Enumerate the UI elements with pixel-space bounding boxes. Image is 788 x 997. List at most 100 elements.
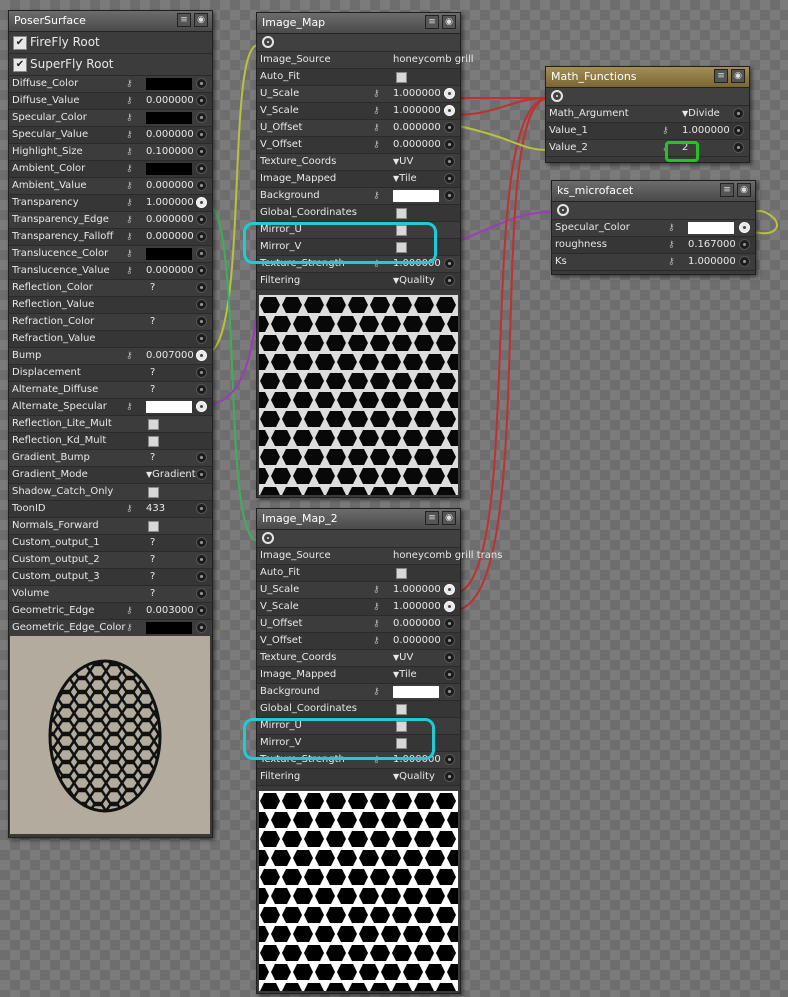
menu-icon[interactable]: ≡ — [714, 69, 728, 83]
key-icon[interactable]: ⚷ — [373, 582, 380, 598]
key-icon[interactable]: ⚷ — [668, 237, 675, 253]
param-value[interactable]: 1.000000 — [688, 254, 736, 270]
input-socket-icon[interactable] — [196, 367, 207, 378]
input-socket-icon[interactable] — [196, 146, 207, 157]
param-row-geometric-edge[interactable]: Geometric_Edge ⚷ 0.003000 — [9, 603, 212, 620]
key-icon[interactable]: ⚷ — [126, 263, 133, 279]
key-icon[interactable]: ⚷ — [126, 212, 133, 228]
input-socket-icon[interactable] — [444, 122, 455, 133]
key-icon[interactable]: ⚷ — [373, 633, 380, 649]
param-value[interactable]: 0.000000 — [393, 616, 441, 632]
param-row-bump[interactable]: Bump ⚷ 0.007000 — [9, 348, 212, 365]
output-port-icon[interactable] — [262, 532, 274, 544]
input-socket-icon[interactable] — [196, 78, 207, 89]
param-row-image-mapped[interactable]: Image_Mapped ▼Tile — [257, 667, 460, 684]
param-row-translucence-value[interactable]: Translucence_Value ⚷ 0.000000 — [9, 263, 212, 280]
key-icon[interactable]: ⚷ — [373, 616, 380, 632]
key-icon[interactable]: ⚷ — [373, 86, 380, 102]
input-socket-icon[interactable] — [196, 588, 207, 599]
param-row-specular-color[interactable]: Specular_Color ⚷ — [552, 220, 755, 237]
input-socket-icon[interactable] — [444, 190, 455, 201]
input-socket-icon[interactable] — [444, 686, 455, 697]
param-row-auto-fit[interactable]: Auto_Fit — [257, 565, 460, 582]
param-row-ks[interactable]: Ks ⚷ 1.000000 — [552, 254, 755, 271]
param-row-background[interactable]: Background ⚷ — [257, 188, 460, 205]
firefly-root-checkbox[interactable]: ✔ FireFly Root — [9, 32, 212, 54]
param-value[interactable]: 1.000000 — [393, 599, 441, 615]
param-row-transparency-falloff[interactable]: Transparency_Falloff ⚷ 0.000000 — [9, 229, 212, 246]
param-value[interactable]: 0.000000 — [146, 127, 194, 143]
input-socket-icon[interactable] — [196, 299, 207, 310]
param-value[interactable]: 0.000000 — [146, 93, 194, 109]
param-row-filtering[interactable]: Filtering ▼Quality — [257, 273, 460, 290]
param-value[interactable]: 1.000000 — [682, 123, 730, 139]
menu-icon[interactable]: ≡ — [425, 15, 439, 29]
checkbox[interactable] — [148, 419, 159, 430]
key-icon[interactable]: ⚷ — [126, 76, 133, 92]
param-row-refraction-color[interactable]: Refraction_Color? — [9, 314, 212, 331]
key-icon[interactable]: ⚷ — [373, 120, 380, 136]
param-value[interactable]: 0.000000 — [393, 120, 441, 136]
poser-surface-node[interactable]: PoserSurface ≡ ◉ ✔ FireFly Root ✔ SuperFly … — [8, 10, 213, 838]
input-socket-icon[interactable] — [196, 537, 207, 548]
key-icon[interactable]: ⚷ — [126, 348, 133, 364]
input-socket-icon[interactable] — [444, 173, 455, 184]
param-row-reflection-lite-mult[interactable]: Reflection_Lite_Mult — [9, 416, 212, 433]
checkbox[interactable] — [396, 704, 407, 715]
param-row-alternate-specular[interactable]: Alternate_Specular ⚷ — [9, 399, 212, 416]
input-socket-icon[interactable] — [196, 401, 207, 412]
node-title[interactable]: Image_Map ≡ ◉ — [257, 13, 460, 34]
color-swatch[interactable] — [688, 222, 734, 234]
color-swatch[interactable] — [146, 163, 192, 175]
key-icon[interactable]: ⚷ — [373, 684, 380, 700]
param-row-ambient-color[interactable]: Ambient_Color ⚷ — [9, 161, 212, 178]
input-socket-icon[interactable] — [444, 771, 455, 782]
param-row-volume[interactable]: Volume? — [9, 586, 212, 603]
param-value[interactable]: 1.000000 — [393, 103, 441, 119]
dropdown[interactable]: ▼Quality — [393, 769, 435, 785]
param-row-v-scale[interactable]: V_Scale ⚷ 1.000000 — [257, 599, 460, 616]
output-port[interactable] — [546, 88, 749, 106]
dropdown[interactable]: ▼Tile — [393, 171, 417, 187]
key-icon[interactable]: ⚷ — [126, 229, 133, 245]
menu-icon[interactable]: ≡ — [177, 13, 191, 27]
param-row-transparency-edge[interactable]: Transparency_Edge ⚷ 0.000000 — [9, 212, 212, 229]
key-icon[interactable]: ⚷ — [126, 161, 133, 177]
input-socket-icon[interactable] — [196, 554, 207, 565]
key-icon[interactable]: ⚷ — [126, 178, 133, 194]
input-socket-icon[interactable] — [196, 180, 207, 191]
key-icon[interactable]: ⚷ — [668, 254, 675, 270]
input-socket-icon[interactable] — [196, 452, 207, 463]
param-row-ambient-value[interactable]: Ambient_Value ⚷ 0.000000 — [9, 178, 212, 195]
input-socket-icon[interactable] — [739, 222, 750, 233]
param-row-math-argument[interactable]: Math_Argument ▼Divide — [546, 106, 749, 123]
menu-icon[interactable]: ≡ — [425, 511, 439, 525]
key-icon[interactable]: ⚷ — [126, 620, 133, 636]
param-row-specular-value[interactable]: Specular_Value ⚷ 0.000000 — [9, 127, 212, 144]
input-socket-icon[interactable] — [196, 95, 207, 106]
input-socket-icon[interactable] — [196, 265, 207, 276]
param-row-u-offset[interactable]: U_Offset ⚷ 0.000000 — [257, 120, 460, 137]
param-row-v-offset[interactable]: V_Offset ⚷ 0.000000 — [257, 633, 460, 650]
output-port[interactable] — [257, 530, 460, 548]
math-functions-node[interactable]: Math_Functions ≡ ◉ Math_Argument ▼Divide Va… — [545, 66, 750, 163]
input-socket-icon[interactable] — [444, 105, 455, 116]
color-swatch[interactable] — [393, 686, 439, 698]
ks-microfacet-node[interactable]: ks_microfacet ≡ ◉ Specular_Color ⚷ roughnes… — [551, 180, 756, 275]
param-row-translucence-color[interactable]: Translucence_Color ⚷ — [9, 246, 212, 263]
input-socket-icon[interactable] — [444, 258, 455, 269]
eye-icon[interactable]: ◉ — [737, 183, 751, 197]
input-socket-icon[interactable] — [733, 142, 744, 153]
param-row-custom-output-2[interactable]: Custom_output_2? — [9, 552, 212, 569]
input-socket-icon[interactable] — [196, 197, 207, 208]
param-value[interactable]: 1.000000 — [146, 195, 194, 211]
color-swatch[interactable] — [146, 622, 192, 634]
input-socket-icon[interactable] — [733, 108, 744, 119]
input-socket-icon[interactable] — [444, 754, 455, 765]
output-port[interactable] — [552, 202, 755, 220]
param-row-filtering[interactable]: Filtering ▼Quality — [257, 769, 460, 786]
eye-icon[interactable]: ◉ — [442, 15, 456, 29]
param-row-custom-output-1[interactable]: Custom_output_1? — [9, 535, 212, 552]
param-row-texture-coords[interactable]: Texture_Coords ▼UV — [257, 154, 460, 171]
param-row-shadow-catch-only[interactable]: Shadow_Catch_Only — [9, 484, 212, 501]
